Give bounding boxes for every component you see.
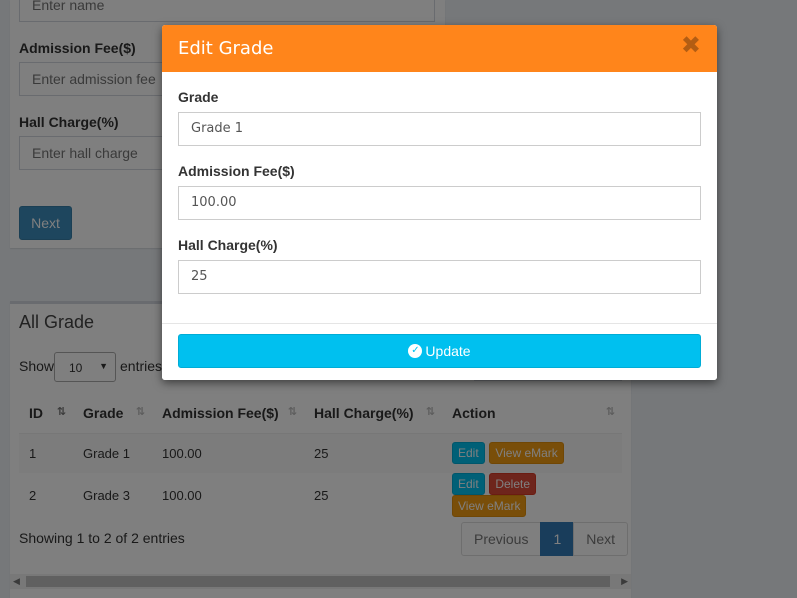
update-button[interactable]: ✓ Update [178, 334, 701, 368]
edit-grade-modal: Edit Grade ✖ Grade Grade 1 Admission Fee… [162, 25, 717, 380]
modal-footer: ✓ Update [162, 323, 717, 380]
grade-input[interactable]: Grade 1 [178, 112, 701, 146]
modal-header: Edit Grade ✖ [162, 25, 717, 72]
hall-charge-input[interactable]: 25 [178, 260, 701, 294]
hall-charge-label: Hall Charge(%) [178, 237, 278, 253]
check-circle-icon: ✓ [408, 344, 423, 358]
modal-title: Edit Grade [178, 38, 274, 59]
admission-fee-input[interactable]: 100.00 [178, 186, 701, 220]
grade-label: Grade [178, 89, 219, 105]
admission-fee-label: Admission Fee($) [178, 163, 295, 179]
update-button-label: Update [425, 343, 471, 359]
close-icon[interactable]: ✖ [681, 34, 701, 58]
